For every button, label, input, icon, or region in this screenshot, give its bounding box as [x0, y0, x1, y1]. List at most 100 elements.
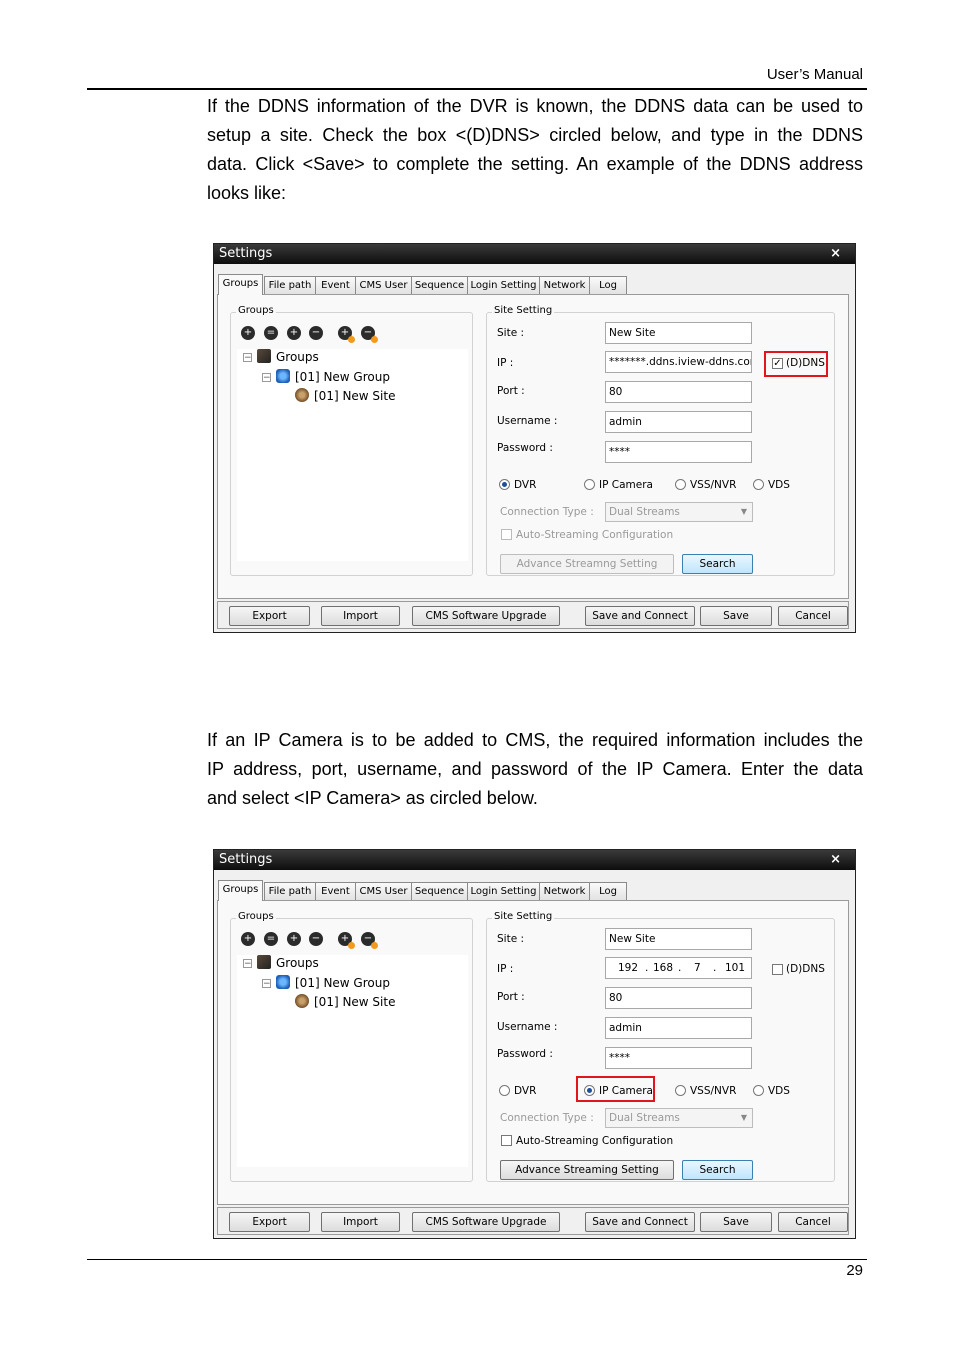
tab-log[interactable]: Log: [589, 276, 627, 294]
close-icon[interactable]: ×: [830, 850, 841, 870]
remove-group-icon[interactable]: −: [309, 932, 323, 946]
radio-vds[interactable]: [753, 1085, 764, 1096]
edit-group-icon[interactable]: =: [264, 326, 278, 340]
add-site-icon[interactable]: +: [287, 932, 301, 946]
site-field[interactable]: New Site: [605, 928, 752, 950]
tab-login-setting[interactable]: Login Setting: [467, 882, 540, 900]
ip-octet[interactable]: 192: [618, 958, 638, 978]
radio-dvr[interactable]: [499, 1085, 510, 1096]
auto-streaming-label: Auto-Streaming Configuration: [516, 529, 674, 541]
paragraph-line: looks like:: [207, 183, 287, 203]
tab-sequence[interactable]: Sequence: [411, 882, 468, 900]
collapse-icon[interactable]: −: [243, 353, 252, 363]
tab-groups[interactable]: Groups: [218, 274, 263, 295]
tree-node-groups[interactable]: − Groups: [243, 955, 319, 970]
password-field[interactable]: ****: [605, 441, 752, 463]
username-field[interactable]: admin: [605, 1017, 752, 1039]
tree-node-groups[interactable]: − Groups: [243, 349, 319, 364]
cms-upgrade-button[interactable]: CMS Software Upgrade: [412, 1212, 560, 1232]
cms-upgrade-button[interactable]: CMS Software Upgrade: [412, 606, 560, 626]
port-field[interactable]: 80: [605, 381, 752, 403]
export-button[interactable]: Export: [229, 1212, 310, 1232]
tab-log[interactable]: Log: [589, 882, 627, 900]
tab-network[interactable]: Network: [539, 276, 590, 294]
tree-node-label: [01] New Group: [295, 976, 390, 990]
site-setting-title: Site Setting: [492, 911, 555, 922]
tree-node-site[interactable]: [01] New Site: [295, 388, 395, 403]
radio-vss-nvr[interactable]: [675, 1085, 686, 1096]
tab-groups[interactable]: Groups: [218, 880, 263, 901]
tree-node-group[interactable]: − [01] New Group: [262, 975, 390, 990]
radio-vds[interactable]: [753, 479, 764, 490]
settings-dialog-ddns: Settings × Groups File path Event CMS Us…: [213, 243, 856, 633]
port-label: Port :: [497, 991, 525, 1003]
add-site-icon[interactable]: +: [287, 326, 301, 340]
search-button[interactable]: Search: [682, 554, 753, 574]
import-button[interactable]: Import: [321, 606, 400, 626]
password-field[interactable]: ****: [605, 1047, 752, 1069]
ip-address-field[interactable]: 192 . 168 . 7 . 101: [605, 957, 752, 979]
radio-ip-camera[interactable]: [584, 479, 595, 490]
radio-vds-label: VDS: [768, 1085, 790, 1097]
username-field[interactable]: admin: [605, 411, 752, 433]
close-icon[interactable]: ×: [830, 244, 841, 264]
ip-field[interactable]: *******.ddns.iview-ddns.com: [605, 351, 752, 373]
tree-node-group[interactable]: − [01] New Group: [262, 369, 390, 384]
collapse-icon[interactable]: −: [262, 373, 271, 383]
connection-type-select[interactable]: Dual Streams ▼: [605, 1108, 753, 1128]
username-label: Username :: [497, 415, 558, 427]
ip-label: IP :: [497, 963, 514, 975]
tab-sequence[interactable]: Sequence: [411, 276, 468, 294]
paragraph-ip-camera: If an IP Camera is to be added to CMS, t…: [207, 726, 863, 813]
auto-streaming-checkbox[interactable]: [501, 529, 512, 540]
paragraph-line: IP address, port, username, and password…: [207, 759, 863, 779]
save-and-connect-button[interactable]: Save and Connect: [585, 606, 695, 626]
tab-event[interactable]: Event: [315, 882, 356, 900]
save-and-connect-button[interactable]: Save and Connect: [585, 1212, 695, 1232]
remove-camera-icon[interactable]: −: [361, 326, 378, 343]
ddns-label: (D)DNS: [786, 963, 825, 975]
import-button[interactable]: Import: [321, 1212, 400, 1232]
ip-octet[interactable]: 168: [653, 958, 673, 978]
add-camera-icon[interactable]: +: [338, 932, 355, 949]
site-field[interactable]: New Site: [605, 322, 752, 344]
tree-node-site[interactable]: [01] New Site: [295, 994, 395, 1009]
remove-group-icon[interactable]: −: [309, 326, 323, 340]
add-group-icon[interactable]: +: [241, 932, 255, 946]
tab-cms-user[interactable]: CMS User: [355, 882, 412, 900]
tree-node-label: [01] New Site: [314, 389, 396, 403]
cancel-button[interactable]: Cancel: [778, 1212, 848, 1232]
save-button[interactable]: Save: [700, 1212, 772, 1232]
export-button[interactable]: Export: [229, 606, 310, 626]
search-button[interactable]: Search: [682, 1160, 753, 1180]
port-field[interactable]: 80: [605, 987, 752, 1009]
site-icon: [295, 994, 309, 1008]
tab-file-path[interactable]: File path: [264, 882, 316, 900]
connection-type-select[interactable]: Dual Streams ▼: [605, 502, 753, 522]
collapse-icon[interactable]: −: [262, 979, 271, 989]
paragraph-line: If an IP Camera is to be added to CMS, t…: [207, 730, 863, 750]
tab-file-path[interactable]: File path: [264, 276, 316, 294]
auto-streaming-checkbox[interactable]: [501, 1135, 512, 1146]
ip-octet[interactable]: 7: [694, 958, 701, 978]
add-group-icon[interactable]: +: [241, 326, 255, 340]
tab-login-setting[interactable]: Login Setting: [467, 276, 540, 294]
edit-group-icon[interactable]: =: [264, 932, 278, 946]
advance-streaming-button[interactable]: Advance Streaming Setting: [500, 1160, 674, 1180]
remove-camera-icon[interactable]: −: [361, 932, 378, 949]
radio-dvr[interactable]: [499, 479, 510, 490]
cancel-button[interactable]: Cancel: [778, 606, 848, 626]
add-camera-icon[interactable]: +: [338, 326, 355, 343]
paragraph-ddns: If the DDNS information of the DVR is kn…: [207, 92, 863, 208]
tab-network[interactable]: Network: [539, 882, 590, 900]
password-label: Password :: [497, 442, 553, 454]
tab-cms-user[interactable]: CMS User: [355, 276, 412, 294]
collapse-icon[interactable]: −: [243, 959, 252, 969]
ddns-checkbox[interactable]: [772, 964, 783, 975]
radio-vss-nvr[interactable]: [675, 479, 686, 490]
advance-streaming-button[interactable]: Advance Streamng Setting: [500, 554, 674, 574]
tab-event[interactable]: Event: [315, 276, 356, 294]
ip-octet[interactable]: 101: [725, 958, 745, 978]
save-button[interactable]: Save: [700, 606, 772, 626]
dialog-title: Settings: [219, 246, 273, 261]
